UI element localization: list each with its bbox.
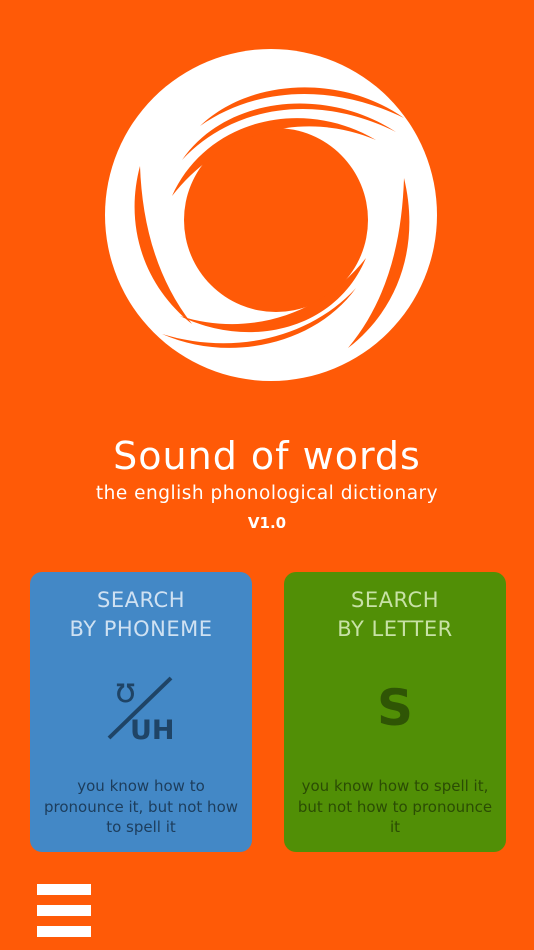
letter-card-heading-line2: BY LETTER	[337, 617, 453, 641]
letter-symbol-icon: S	[284, 668, 506, 748]
letter-symbol: S	[376, 679, 413, 737]
phoneme-card-heading-line1: SEARCH	[97, 588, 185, 612]
phoneme-symbol-top: ʊ	[115, 672, 136, 711]
swirl-logo-icon	[105, 49, 437, 381]
phoneme-symbol-graphic: ʊ UH	[107, 672, 175, 744]
phoneme-symbol-bottom: UH	[130, 715, 175, 744]
letter-card-heading: SEARCH BY LETTER	[284, 586, 506, 644]
menu-bar-middle	[37, 905, 91, 916]
hamburger-menu-icon[interactable]	[37, 884, 91, 938]
phoneme-card-heading-line2: BY PHONEME	[69, 617, 213, 641]
search-by-letter-button[interactable]: SEARCH BY LETTER S you know how to spell…	[284, 572, 506, 852]
menu-bar-top	[37, 884, 91, 895]
search-by-phoneme-button[interactable]: SEARCH BY PHONEME ʊ UH you know how to p…	[30, 572, 252, 852]
phoneme-card-description: you know how to pronounce it, but not ho…	[43, 777, 239, 836]
app-subtitle: the english phonological dictionary	[95, 483, 439, 504]
letter-card-heading-line1: SEARCH	[351, 588, 439, 612]
app-title: Sound of words	[113, 434, 421, 478]
app-version: V1.0	[247, 514, 287, 532]
phoneme-symbol-icon: ʊ UH	[30, 668, 252, 748]
phoneme-card-heading: SEARCH BY PHONEME	[30, 586, 252, 644]
menu-bar-bottom	[37, 926, 91, 937]
letter-card-description: you know how to spell it, but not how to…	[297, 777, 493, 836]
